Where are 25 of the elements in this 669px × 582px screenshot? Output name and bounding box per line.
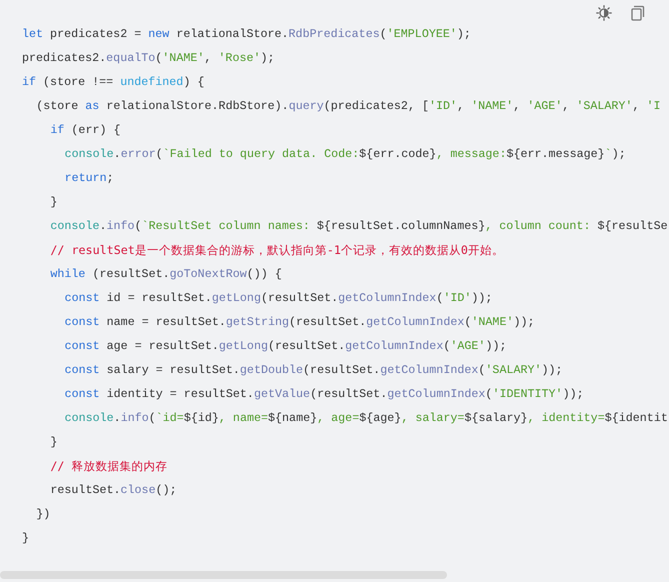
code-line: // resultSet是一个数据集合的游标，默认指向第-1个记录，有效的数据从0开始。 — [50, 242, 504, 259]
code-line: let predicates2 = new relationalStore.RdbPredicates('EMPLOYEE'); — [22, 26, 471, 43]
code-line: const name = resultSet.getString(resultSet.getColumnIndex('NAME')); — [64, 314, 535, 331]
code-line: } — [22, 530, 30, 547]
code-line: if (store !== undefined) { — [22, 74, 204, 91]
code-line: }) — [36, 506, 50, 523]
code-line: (store as relationalStore.RdbStore).query(predicates2, ['ID', 'NAME', 'AGE', 'SALARY', 'I — [36, 98, 660, 115]
code-line: const id = resultSet.getLong(resultSet.getColumnIndex('ID')); — [64, 290, 492, 307]
code-line: // 释放数据集的内存 — [50, 458, 168, 475]
code-line: console.info(`id=${id}, name=${name}, age=${age}, salary=${salary}, identity=${identit — [64, 410, 668, 427]
theme-toggle-icon[interactable] — [595, 4, 613, 22]
copy-icon[interactable] — [629, 4, 647, 22]
scrollbar-thumb[interactable] — [0, 571, 447, 579]
code-line: const salary = resultSet.getDouble(resultSet.getColumnIndex('SALARY')); — [64, 362, 563, 379]
code-line: } — [50, 194, 58, 211]
code-line: const age = resultSet.getLong(resultSet.getColumnIndex('AGE')); — [64, 338, 506, 355]
code-line: predicates2.equalTo('NAME', 'Rose'); — [22, 50, 275, 67]
code-line: return; — [64, 170, 114, 187]
code-line: if (err) { — [50, 122, 121, 139]
code-line: const identity = resultSet.getValue(resultSet.getColumnIndex('IDENTITY')); — [64, 386, 584, 403]
code-line: while (resultSet.goToNextRow()) { — [50, 266, 282, 283]
code-line: resultSet.close(); — [50, 482, 177, 499]
code-line: } — [50, 434, 58, 451]
code-line: console.error(`Failed to query data. Code:${err.code}, message:${err.message}`); — [64, 146, 626, 163]
code-line: console.info(`ResultSet column names: ${resultSet.columnNames}, column count: ${resultSe — [50, 218, 668, 235]
